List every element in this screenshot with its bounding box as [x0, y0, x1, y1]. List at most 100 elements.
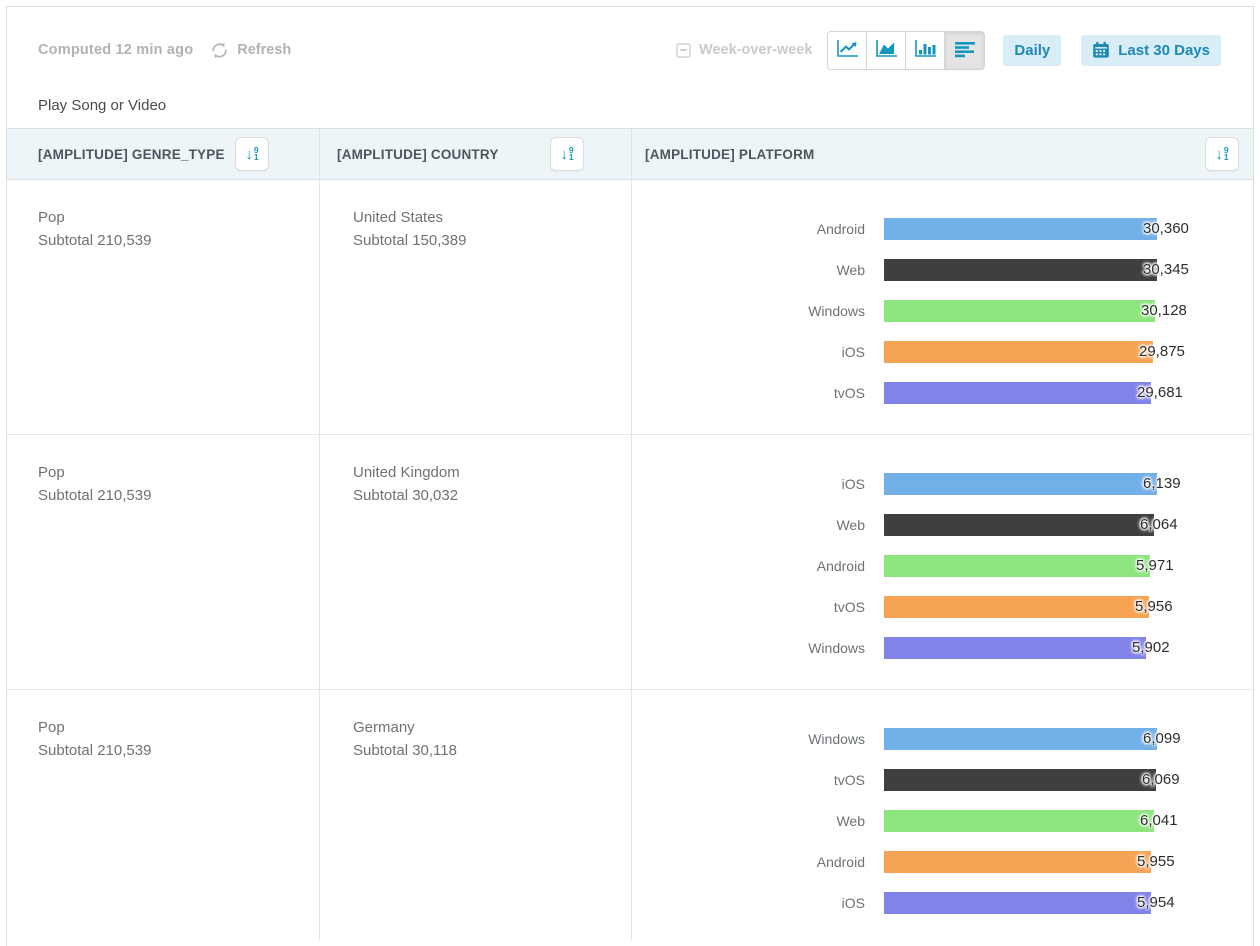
bar-track: 30,128	[884, 300, 1253, 322]
refresh-icon	[209, 40, 230, 61]
platform-bar[interactable]	[884, 810, 1154, 832]
column-chart-icon	[914, 39, 937, 61]
interval-daily-button[interactable]: Daily	[1003, 35, 1061, 66]
bar-value: 6,099	[1143, 728, 1181, 750]
bar-row: tvOS 6,069	[632, 759, 1253, 800]
genre-name: Pop	[38, 206, 309, 229]
platform-bar[interactable]	[884, 596, 1149, 618]
country-cell: United Kingdom Subtotal 30,032	[320, 435, 632, 689]
platform-bar[interactable]	[884, 728, 1157, 750]
table-body: Pop Subtotal 210,539 United States Subto…	[7, 180, 1253, 940]
bar-row: iOS6,139	[632, 463, 1253, 504]
bar-row: Web6,041	[632, 800, 1253, 841]
bar-track: 6,069	[884, 769, 1253, 791]
horizontal-bar-chart-icon	[954, 40, 976, 61]
bar-row: Web30,345	[632, 249, 1253, 290]
header-country-label: [AMPLITUDE] COUNTRY	[337, 147, 499, 162]
bar-row: Android5,971	[632, 545, 1253, 586]
bar-row: Web 6,064	[632, 504, 1253, 545]
platform-label: Windows	[632, 640, 865, 656]
bar-track: 6,099	[884, 728, 1253, 750]
date-range-label: Last 30 Days	[1118, 42, 1210, 59]
country-subtotal: Subtotal 30,032	[353, 484, 621, 507]
platform-bar[interactable]	[884, 341, 1153, 363]
header-platform: [AMPLITUDE] PLATFORM ↓ 9 1	[632, 129, 1253, 179]
bar-track: 5,955	[884, 851, 1253, 873]
header-genre-type-label: [AMPLITUDE] GENRE_TYPE	[38, 147, 225, 162]
platform-label: Web	[632, 517, 865, 533]
bar-value: 5,971	[1136, 555, 1174, 577]
platform-label: tvOS	[632, 385, 865, 401]
event-title: Play Song or Video	[38, 97, 1253, 114]
platform-bar[interactable]	[884, 300, 1155, 322]
sort-button-platform[interactable]: ↓ 9 1	[1205, 137, 1239, 171]
bar-value: 6,041	[1140, 810, 1178, 832]
genre-cell: Pop Subtotal 210,539	[7, 435, 320, 689]
genre-name: Pop	[38, 461, 309, 484]
horizontal-bar-chart-button[interactable]	[945, 32, 984, 69]
bar-value: 5,902	[1132, 637, 1170, 659]
bar-value: 6,139	[1143, 473, 1181, 495]
bar-value: 5,956	[1135, 596, 1173, 618]
sort-arrow-glyph: ↓	[1215, 147, 1223, 162]
platform-bar[interactable]	[884, 259, 1157, 281]
platform-bar[interactable]	[884, 769, 1156, 791]
week-over-week-checkbox[interactable]	[676, 43, 691, 58]
header-genre-type: [AMPLITUDE] GENRE_TYPE ↓ 9 1	[7, 129, 320, 179]
bar-value: 30,345	[1143, 259, 1189, 281]
platform-bar[interactable]	[884, 851, 1151, 873]
results-card: Computed 12 min ago Refresh Week-over-we…	[6, 6, 1254, 946]
platform-bar[interactable]	[884, 218, 1157, 240]
table-header: [AMPLITUDE] GENRE_TYPE ↓ 9 1 [AMPLITUDE]…	[7, 128, 1253, 180]
sort-digit-bottom: 1	[1224, 154, 1229, 162]
daily-label: Daily	[1014, 42, 1050, 59]
platform-label: iOS	[632, 895, 865, 911]
bar-value: 29,681	[1137, 382, 1183, 404]
genre-name: Pop	[38, 716, 309, 739]
area-chart-button[interactable]	[867, 32, 906, 69]
platform-label: Windows	[632, 731, 865, 747]
platform-bar-chart: Windows6,099tvOS6,069Web6,041Android5,95…	[632, 690, 1253, 940]
sort-button-country[interactable]: ↓ 9 1	[550, 137, 584, 171]
bar-track: 5,971	[884, 555, 1253, 577]
column-chart-button[interactable]	[906, 32, 945, 69]
platform-label: tvOS	[632, 599, 865, 615]
bar-value: 29,875	[1139, 341, 1185, 363]
bar-track: 29,875	[884, 341, 1253, 363]
sort-digit-bottom: 1	[569, 154, 574, 162]
bar-track: 5,902	[884, 637, 1253, 659]
refresh-label: Refresh	[237, 42, 291, 58]
platform-bar[interactable]	[884, 555, 1150, 577]
genre-cell: Pop Subtotal 210,539	[7, 690, 320, 940]
country-subtotal: Subtotal 150,389	[353, 229, 621, 252]
genre-subtotal: Subtotal 210,539	[38, 229, 309, 252]
bar-value: 6,064	[1140, 514, 1178, 536]
country-cell: Germany Subtotal 30,118	[320, 690, 632, 940]
platform-bar[interactable]	[884, 637, 1146, 659]
platform-bar[interactable]	[884, 514, 1154, 536]
genre-cell: Pop Subtotal 210,539	[7, 180, 320, 434]
platform-label: tvOS	[632, 772, 865, 788]
platform-bar[interactable]	[884, 473, 1157, 495]
table-row: Pop Subtotal 210,539 Germany Subtotal 30…	[7, 690, 1253, 940]
platform-bar[interactable]	[884, 382, 1151, 404]
bar-row: iOS29,875	[632, 331, 1253, 372]
week-over-week-control: Week-over-week	[676, 42, 812, 58]
bar-row: Windows 5,902	[632, 627, 1253, 668]
sort-button-genre-type[interactable]: ↓ 9 1	[235, 137, 269, 171]
platform-label: Windows	[632, 303, 865, 319]
sort-desc-icon: ↓ 9 1	[560, 147, 573, 162]
bar-track: 30,345	[884, 259, 1253, 281]
bar-value: 30,360	[1143, 218, 1189, 240]
table-row: Pop Subtotal 210,539 United Kingdom Subt…	[7, 435, 1253, 690]
line-chart-button[interactable]	[828, 32, 867, 69]
platform-bar[interactable]	[884, 892, 1151, 914]
refresh-button[interactable]: Refresh	[209, 40, 291, 61]
bar-track: 6,139	[884, 473, 1253, 495]
bar-value: 5,955	[1137, 851, 1175, 873]
date-range-button[interactable]: Last 30 Days	[1081, 35, 1221, 66]
header-platform-label: [AMPLITUDE] PLATFORM	[645, 147, 814, 162]
line-chart-icon	[836, 39, 859, 61]
toolbar: Computed 12 min ago Refresh Week-over-we…	[7, 7, 1253, 69]
bar-row: Windows 30,128	[632, 290, 1253, 331]
